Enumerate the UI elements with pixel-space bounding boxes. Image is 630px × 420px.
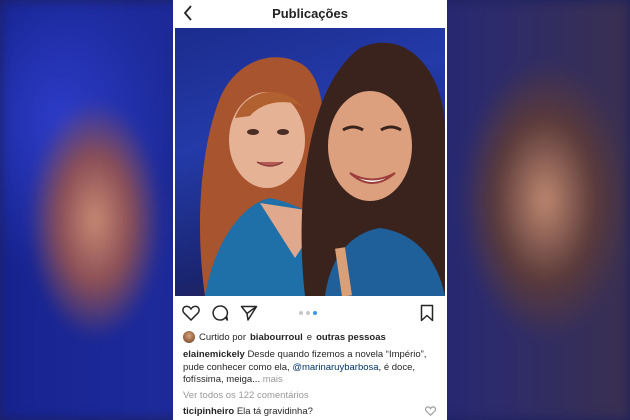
like-button[interactable]: [181, 303, 201, 323]
send-icon: [240, 304, 258, 322]
likes-others-link[interactable]: outras pessoas: [316, 332, 386, 343]
carousel-dot: [299, 311, 303, 315]
likes-summary: Curtido por biabourroul e outras pessoas: [183, 331, 386, 343]
selfie-image: [200, 42, 445, 296]
heart-icon: [425, 406, 437, 416]
instagram-screen: Publicações Curtido por biabourroul e ou…: [173, 0, 447, 420]
comment-username[interactable]: ticipinheiro: [183, 406, 234, 417]
heart-icon: [182, 305, 200, 321]
save-button[interactable]: [417, 303, 437, 323]
liker-avatar[interactable]: [183, 331, 195, 343]
post-caption: elainemickely Desde quando fizemos a nov…: [183, 349, 441, 387]
comment-button[interactable]: [210, 303, 230, 323]
comment-text: Ela tá gravidinha?: [236, 406, 313, 417]
likes-prefix: Curtido por: [199, 331, 246, 343]
post-photo[interactable]: [175, 28, 445, 296]
top-bar: Publicações: [173, 0, 447, 26]
caption-mention[interactable]: @marinaruybarbosa: [292, 362, 378, 373]
view-all-comments-link[interactable]: Ver todos os 122 comentários: [183, 390, 309, 401]
bookmark-icon: [420, 304, 434, 322]
chevron-left-icon: [183, 5, 193, 21]
top-comment: ticipinheiro Ela tá gravidinha?: [183, 406, 313, 417]
carousel-indicator: [299, 311, 317, 315]
likes-joiner: e: [306, 331, 313, 343]
comment-icon: [211, 304, 229, 322]
caption-more-link[interactable]: mais: [263, 374, 283, 385]
caption-username[interactable]: elainemickely: [183, 349, 245, 360]
carousel-dot: [306, 311, 310, 315]
share-button[interactable]: [239, 303, 259, 323]
comment-like-button[interactable]: [425, 406, 437, 418]
post-actions: [173, 300, 447, 326]
carousel-dot-active: [313, 311, 317, 315]
page-title: Publicações: [272, 5, 348, 21]
liker-username[interactable]: biabourroul: [250, 332, 303, 343]
back-button[interactable]: [179, 3, 197, 23]
